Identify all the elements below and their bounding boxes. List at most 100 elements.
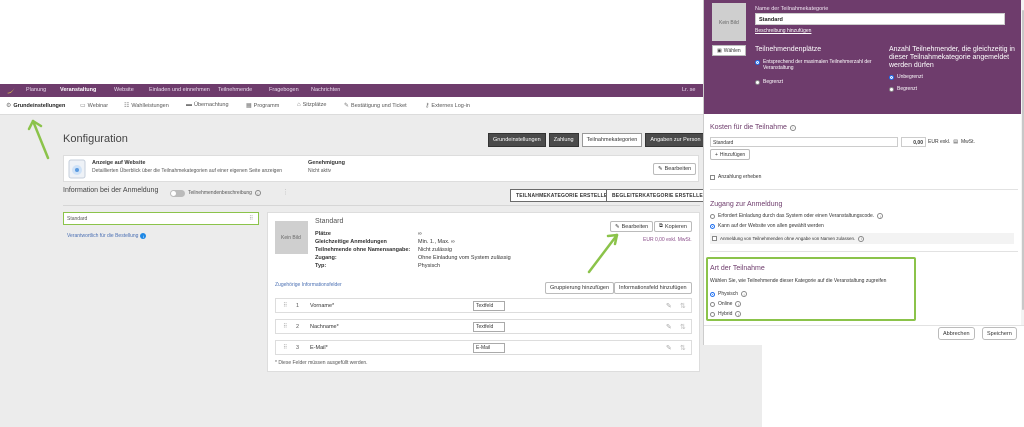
add-description-link[interactable]: Beschreibung hinzufügen <box>755 28 811 34</box>
subnav-programm[interactable]: ▦ Programm <box>246 102 280 110</box>
radio-unselected[interactable] <box>710 301 715 307</box>
category-list-item-standard[interactable]: Standard ⠿ <box>63 212 259 225</box>
subnav-uebernachtung[interactable]: ▬ Übernachtung <box>186 102 229 108</box>
info-icon[interactable]: i <box>255 190 261 196</box>
option-label: Online <box>718 301 733 307</box>
subnav-wahlleistungen[interactable]: ☷ Wahlleistungen <box>124 102 169 110</box>
tab-zahlung[interactable]: Zahlung <box>548 133 579 147</box>
info-icon[interactable]: i <box>741 291 748 297</box>
cost-name-input[interactable]: Standard <box>710 137 898 147</box>
move-icon[interactable]: ⇅ <box>680 344 686 352</box>
info-icon[interactable]: i <box>858 235 865 242</box>
fields-link[interactable]: Zugehörige Informationsfelder <box>275 282 342 288</box>
pencil-icon[interactable]: ✎ <box>666 302 672 310</box>
currency-label: EUR exkl. <box>928 139 951 145</box>
field-row[interactable]: ⠿ 3 E-Mail* E-Mail ✎ ⇅ <box>275 340 692 355</box>
subnav-bestaetigung[interactable]: ✎ Bestätigung und Ticket <box>344 102 407 110</box>
anonymous-registration-row[interactable]: Anmeldung von Teilnehmenden ohne Angabe … <box>710 233 1014 244</box>
move-icon[interactable]: ⇅ <box>680 302 686 310</box>
concurrent-option-limited[interactable]: Begrenzt <box>889 86 917 92</box>
topnav-user-initials[interactable]: Lr. se <box>682 87 695 93</box>
type-option-online[interactable]: Online i <box>710 301 742 307</box>
radio-unselected[interactable] <box>889 86 894 92</box>
top-navigation: Planung Veranstaltung Website Einladen u… <box>0 84 762 97</box>
website-edit-button[interactable]: ✎ Bearbeiten <box>653 163 697 175</box>
subnav-grundeinstellungen[interactable]: ⚙ Grundeinstellungen <box>6 102 65 110</box>
anonymous-checkbox[interactable] <box>712 236 717 241</box>
deposit-checkbox[interactable] <box>710 174 715 180</box>
pencil-icon[interactable]: ✎ <box>666 323 672 331</box>
cost-title: Kosten für die Teilnahme i <box>710 124 796 131</box>
add-grouping-button[interactable]: Gruppierung hinzufügen <box>545 282 615 294</box>
tax-icon[interactable]: ▤ <box>953 139 958 145</box>
subnav-label: Programm <box>253 102 280 109</box>
pencil-icon[interactable]: ✎ <box>666 344 672 352</box>
website-display-title: Anzeige auf Website <box>92 160 146 166</box>
detail-label: Gleichzeitige Anmeldungen <box>315 239 387 245</box>
drag-handle-icon[interactable]: ⠿ <box>283 344 287 351</box>
seats-option-event[interactable]: Entsprechend der maximalen Teilnehmerzah… <box>755 59 875 71</box>
cancel-button[interactable]: Abbrechen <box>938 327 975 340</box>
concurrent-option-unlimited[interactable]: Unbegrenzt <box>889 74 923 80</box>
radio-unselected[interactable] <box>755 79 760 85</box>
info-icon[interactable]: i <box>877 213 884 219</box>
topnav-teilnehmende[interactable]: Teilnehmende <box>218 87 252 93</box>
info-icon[interactable]: i <box>789 124 796 131</box>
type-option-hybrid[interactable]: Hybrid i <box>710 311 742 317</box>
access-option-invite[interactable]: Erfordert Einladung durch das System ode… <box>710 213 884 219</box>
subnav-label: Sitzplätze <box>302 102 327 108</box>
cost-amount-input[interactable]: 0,00 <box>901 137 926 147</box>
field-row[interactable]: ⠿ 2 Nachname* Textfeld ✎ ⇅ <box>275 319 692 334</box>
radio-unselected[interactable] <box>710 311 715 317</box>
drag-handle-icon[interactable]: ⠿ <box>283 323 287 330</box>
save-button[interactable]: Speichern <box>982 327 1017 340</box>
description-toggle[interactable] <box>170 190 185 197</box>
drag-handle-icon[interactable]: ⠿ <box>249 215 253 222</box>
detail-label: Zugang: <box>315 255 337 261</box>
field-row[interactable]: ⠿ 1 Vorname* Textfeld ✎ ⇅ <box>275 298 692 313</box>
category-edit-button[interactable]: ✎ Bearbeiten <box>610 221 654 232</box>
option-label: Entsprechend der maximalen Teilnehmerzah… <box>763 59 872 71</box>
radio-selected[interactable] <box>755 59 760 65</box>
radio-unselected[interactable] <box>710 213 715 219</box>
responsible-link[interactable]: Verantwortlich für die Bestellung i <box>67 233 147 239</box>
modal-header-section: Kein Bild ▣ Wählen Name der Teilnahmekat… <box>704 0 1024 114</box>
topnav-website[interactable]: Website <box>114 87 134 93</box>
topnav-veranstaltung[interactable]: Veranstaltung <box>60 87 96 93</box>
field-type: Textfeld <box>473 322 505 332</box>
topnav-planung[interactable]: Planung <box>26 87 46 93</box>
drag-handle-icon[interactable]: ⠿ <box>283 302 287 309</box>
radio-selected[interactable] <box>710 223 715 229</box>
radio-selected[interactable] <box>710 291 715 297</box>
video-icon: ▭ <box>80 103 86 109</box>
tab-angaben-zur-person[interactable]: Angaben zur Person <box>645 133 706 147</box>
choose-image-button[interactable]: ▣ Wählen <box>712 45 746 56</box>
button-label: Bearbeiten <box>664 166 692 172</box>
info-icon[interactable]: i <box>735 311 742 317</box>
category-name-input[interactable]: Standard <box>755 13 1005 25</box>
topnav-einladen[interactable]: Einladen und einnehmen <box>149 87 210 93</box>
deposit-row[interactable]: Anzahlung erheben <box>710 174 761 180</box>
more-icon[interactable]: ⋮ <box>282 188 289 196</box>
radio-selected[interactable] <box>889 74 894 80</box>
topnav-nachrichten[interactable]: Nachrichten <box>311 87 340 93</box>
create-category-button[interactable]: TEILNAHMEKATEGORIE ERSTELLEN <box>510 189 618 202</box>
access-option-public[interactable]: Kann auf der Website von allen gewählt w… <box>710 223 824 229</box>
subnav-externes-login[interactable]: ⚷ Externes Log-in <box>425 102 470 110</box>
add-cost-button[interactable]: + Hinzufügen <box>710 149 751 160</box>
topnav-fragebogen[interactable]: Fragebogen <box>269 87 299 93</box>
field-name: Vorname* <box>310 303 335 309</box>
type-option-physical[interactable]: Physisch i <box>710 291 748 297</box>
checkbox-label: Anmeldung von Teilnehmenden ohne Angabe … <box>720 236 856 241</box>
category-copy-button[interactable]: ⧉ Kopieren <box>654 221 692 232</box>
subnav-webinar[interactable]: ▭ Webinar <box>80 102 108 110</box>
move-icon[interactable]: ⇅ <box>680 323 686 331</box>
create-companion-button[interactable]: BEGLEITERKATEGORIE ERSTELLEN <box>606 189 713 202</box>
info-icon[interactable]: i <box>735 301 742 307</box>
add-field-button[interactable]: Informationsfeld hinzufügen <box>614 282 692 294</box>
tab-grundeinstellungen[interactable]: Grundeinstellungen <box>488 133 546 147</box>
tab-teilnahmekategorien[interactable]: Teilnahmekategorien <box>581 133 643 147</box>
seats-option-limited[interactable]: Begrenzt <box>755 79 783 85</box>
subnav-sitzplaetze[interactable]: ⌂ Sitzplätze <box>297 102 326 108</box>
pencil-icon: ✎ <box>658 166 663 172</box>
